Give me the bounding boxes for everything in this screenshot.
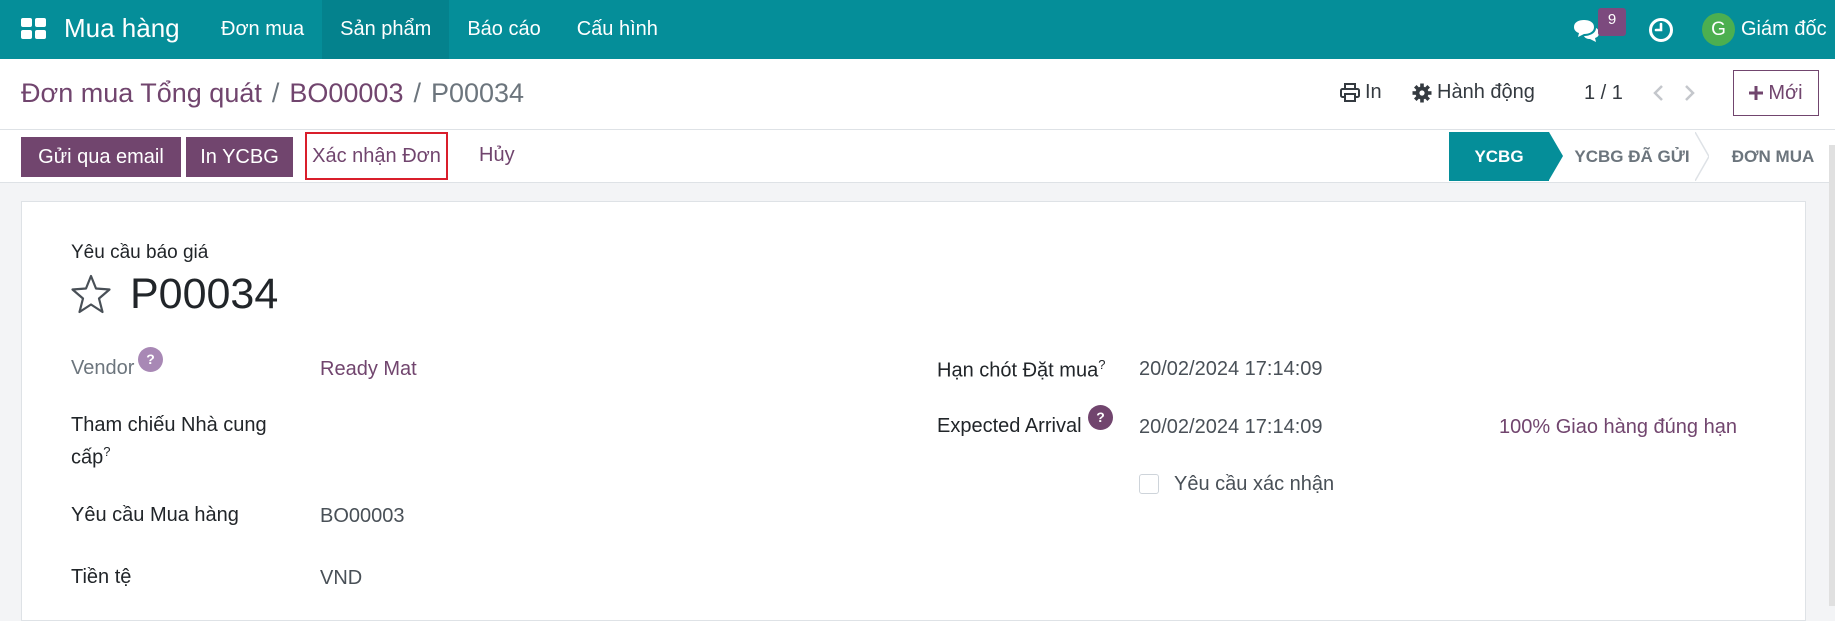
- printer-icon: [1340, 83, 1360, 102]
- action-button[interactable]: Hành động: [1412, 81, 1535, 104]
- expected-arrival-help-icon[interactable]: ?: [1088, 405, 1113, 430]
- pager-value[interactable]: 1 / 1: [1584, 82, 1623, 105]
- breadcrumb-separator: /: [413, 78, 421, 108]
- action-label: Hành động: [1437, 81, 1535, 103]
- currency-label: Tiền tệ: [71, 566, 132, 588]
- vendor-ref-label-2: cấp: [71, 446, 104, 469]
- app-name[interactable]: Mua hàng: [64, 13, 180, 44]
- new-button[interactable]: Mới: [1733, 70, 1819, 116]
- order-deadline-label: Hạn chót Đặt mua?: [937, 357, 1105, 383]
- chat-count-badge: 9: [1598, 8, 1626, 36]
- apps-grid-icon[interactable]: [21, 18, 47, 40]
- chat-icon[interactable]: [1572, 18, 1600, 44]
- vendor-label: Vendor: [71, 357, 135, 379]
- new-label: Mới: [1768, 81, 1803, 104]
- confirm-order-button[interactable]: Xác nhận Đơn: [305, 132, 448, 180]
- order-deadline-label-text: Hạn chót Đặt mua: [937, 359, 1099, 382]
- print-label: In: [1365, 81, 1382, 103]
- currency-field[interactable]: VND: [320, 567, 362, 590]
- control-panel: Đơn mua Tổng quát / BO00003 / P00034 In Hà…: [0, 59, 1835, 130]
- on-time-delivery-link[interactable]: 100% Giao hàng đúng hạn: [1499, 416, 1737, 439]
- vendor-field[interactable]: Ready Mat: [320, 358, 417, 381]
- status-bar: Gửi qua email In YCBG Xác nhận Đơn Hủy Y…: [0, 130, 1835, 183]
- vendor-ref-help-mark[interactable]: ?: [103, 444, 110, 459]
- confirm-request-label: Yêu cầu xác nhận: [1174, 473, 1335, 495]
- send-email-button[interactable]: Gửi qua email: [21, 137, 181, 177]
- document-name: P00034: [130, 270, 279, 318]
- stage-rfq-sent[interactable]: YCBG ĐÃ GỬI: [1567, 132, 1697, 181]
- print-button[interactable]: In: [1340, 81, 1382, 104]
- breadcrumb: Đơn mua Tổng quát / BO00003 / P00034: [21, 78, 524, 109]
- breadcrumb-current: P00034: [430, 78, 525, 108]
- order-deadline-field[interactable]: 20/02/2024 17:14:09: [1139, 358, 1323, 381]
- plus-icon: [1749, 86, 1764, 100]
- form-sheet: Yêu cầu báo giá P00034 Vendor ? Ready Ma…: [21, 201, 1806, 621]
- breadcrumb-separator: /: [271, 78, 280, 108]
- stage-arrow: [1549, 132, 1563, 180]
- activity-clock-icon[interactable]: [1648, 17, 1674, 43]
- confirm-request-checkbox[interactable]: [1139, 474, 1159, 494]
- chevron-right-icon[interactable]: [1681, 83, 1697, 103]
- menu-item-orders[interactable]: Đơn mua: [203, 0, 322, 59]
- order-deadline-help-mark[interactable]: ?: [1098, 357, 1105, 372]
- user-name[interactable]: Giám đốc: [1741, 18, 1827, 41]
- vendor-ref-label-line2: cấp?: [71, 444, 110, 470]
- star-icon[interactable]: [70, 273, 112, 315]
- document-type-label: Yêu cầu báo giá: [71, 242, 209, 263]
- gear-icon: [1412, 83, 1432, 102]
- breadcrumb-general-orders[interactable]: Đơn mua Tổng quát: [21, 78, 262, 108]
- scrollbar-track[interactable]: [1829, 145, 1835, 606]
- menu-item-products[interactable]: Sản phẩm: [322, 0, 450, 59]
- stage-separator-icon: [1695, 132, 1709, 181]
- expected-arrival-label: Expected Arrival: [937, 415, 1082, 437]
- vendor-ref-label: Tham chiếu Nhà cung: [71, 414, 267, 436]
- stage-purchase-order[interactable]: ĐƠN MUA: [1711, 132, 1835, 181]
- menu-item-config[interactable]: Cấu hình: [559, 0, 676, 59]
- stage-pipeline: YCBG YCBG ĐÃ GỬI ĐƠN MUA: [1449, 132, 1835, 181]
- menu-item-reports[interactable]: Báo cáo: [449, 0, 558, 59]
- purchase-request-label: Yêu cầu Mua hàng: [71, 504, 239, 526]
- main-menu: Đơn mua Sản phẩm Báo cáo Cấu hình: [203, 0, 676, 59]
- vendor-help-icon[interactable]: ?: [138, 347, 163, 372]
- print-rfq-button[interactable]: In YCBG: [186, 137, 293, 177]
- purchase-request-field[interactable]: BO00003: [320, 505, 405, 528]
- chevron-left-icon[interactable]: [1651, 83, 1667, 103]
- stage-rfq[interactable]: YCBG: [1449, 132, 1549, 181]
- expected-arrival-field[interactable]: 20/02/2024 17:14:09: [1139, 416, 1323, 439]
- cancel-button[interactable]: Hủy: [479, 144, 515, 167]
- avatar[interactable]: G: [1702, 13, 1735, 46]
- top-navbar: Mua hàng Đơn mua Sản phẩm Báo cáo Cấu hì…: [0, 0, 1835, 59]
- breadcrumb-requisition[interactable]: BO00003: [289, 78, 403, 108]
